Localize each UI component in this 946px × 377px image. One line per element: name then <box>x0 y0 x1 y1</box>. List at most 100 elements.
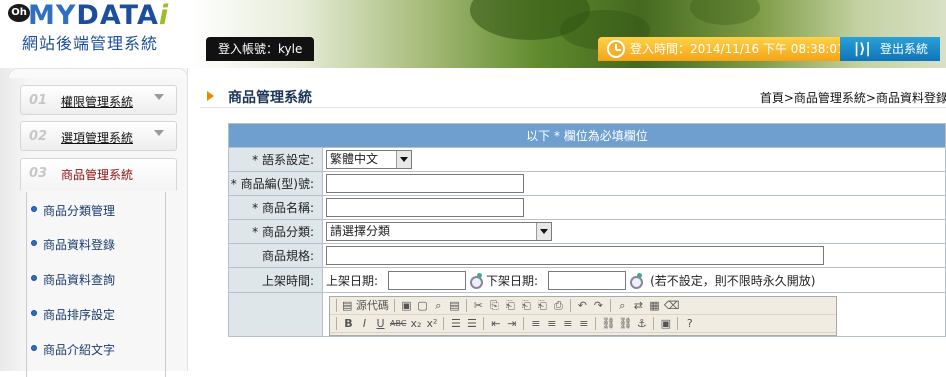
chevron-down-icon <box>536 223 551 240</box>
outdent-icon[interactable]: ⇤ <box>489 317 502 330</box>
new-page-icon[interactable]: ▣ <box>400 299 413 312</box>
logout-button[interactable]: |⟩| 登出系統 <box>840 37 940 61</box>
arrow-right-icon <box>207 91 214 101</box>
underline-button[interactable]: U <box>374 317 387 330</box>
login-user-badge: 登入帳號：kyle <box>206 37 315 61</box>
unordered-list-icon[interactable]: ☰ <box>465 317 478 330</box>
name-input[interactable] <box>326 198 524 217</box>
login-user-label: 登入帳號： <box>218 42 279 56</box>
template-icon[interactable]: ▤ <box>448 299 461 312</box>
tab-number: 01 <box>29 93 48 108</box>
calendar-icon[interactable] <box>469 273 484 289</box>
main-content: 商品管理系統 首頁>商品管理系統>商品資料登錄 以下 * 欄位為必填欄位 * 語… <box>200 80 946 371</box>
submenu-item-sort[interactable]: 商品排序設定 <box>31 306 115 323</box>
editor-label-cell <box>228 292 323 337</box>
copy-icon[interactable]: ⎘ <box>488 299 501 312</box>
editor-toolbar-row-2: B I U ABC x₂ x² ☰ ☰ ⇤ ⇥ ≡ ≡ ≡ ≡ ⛓ ⛓ ⚓ ▣ … <box>330 315 836 333</box>
find-icon[interactable]: ⌕ <box>616 299 629 312</box>
category-label: * 商品分類: <box>228 219 323 244</box>
form-header: 以下 * 欄位為必填欄位 <box>228 123 946 148</box>
language-select[interactable]: 繁體中文 <box>326 150 412 169</box>
rich-text-editor[interactable]: ▤ 源代碼 ▣ ▢ ⌕ ▤ ✂ ⎘ ⎗ ⎗ ⎗ ⎙ ↶ ↷ ⌕ ⇄ ▦ ⌫ B … <box>329 296 837 336</box>
sidebar-tab-products[interactable]: 03 商品管理系統 <box>20 158 177 190</box>
replace-icon[interactable]: ⇄ <box>632 299 645 312</box>
header-banner: Oh MYDATAi 網站後端管理系統 登入帳號：kyle 登入時間：2014/… <box>0 0 946 68</box>
tab-label: 權限管理系統 <box>61 95 134 109</box>
bullet-icon <box>31 310 37 316</box>
breadcrumb[interactable]: 首頁>商品管理系統>商品資料登錄 <box>760 89 946 106</box>
login-time-label: 登入時間： <box>630 42 691 56</box>
paste-icon[interactable]: ⎗ <box>504 299 517 312</box>
preview-icon[interactable]: ⌕ <box>432 299 445 312</box>
unlink-icon[interactable]: ⛓ <box>618 317 632 330</box>
sidebar-tab-options[interactable]: 02 選項管理系統 <box>20 121 177 151</box>
image-icon[interactable]: ▣ <box>659 317 672 330</box>
clock-icon <box>607 40 625 58</box>
undo-icon[interactable]: ↶ <box>576 299 589 312</box>
logo-subtitle: 網站後端管理系統 <box>22 34 159 53</box>
bullet-icon <box>31 206 37 212</box>
submenu-item-category[interactable]: 商品分類管理 <box>31 202 115 219</box>
sidebar: 01 權限管理系統 02 選項管理系統 03 商品管理系統 商品分類管理 商品資… <box>0 68 188 377</box>
help-icon[interactable]: ? <box>683 317 696 330</box>
model-input[interactable] <box>326 174 524 193</box>
tab-number: 02 <box>29 129 48 144</box>
ordered-list-icon[interactable]: ☰ <box>449 317 462 330</box>
name-label: * 商品名稱: <box>228 195 323 220</box>
start-date-input[interactable] <box>388 270 467 290</box>
print-icon[interactable]: ⎙ <box>552 299 565 312</box>
sidebar-tab-permissions[interactable]: 01 權限管理系統 <box>20 85 177 115</box>
strike-button[interactable]: ABC <box>390 317 406 330</box>
end-date-input[interactable] <box>548 270 627 290</box>
paste-text-icon[interactable]: ⎗ <box>520 299 533 312</box>
paste-word-icon[interactable]: ⎗ <box>536 299 549 312</box>
justify-icon[interactable]: ≡ <box>577 317 590 330</box>
subscript-button[interactable]: x₂ <box>409 317 422 330</box>
link-icon[interactable]: ⛓ <box>601 317 615 330</box>
cut-icon[interactable]: ✂ <box>472 299 485 312</box>
bullet-icon <box>31 275 37 281</box>
redo-icon[interactable]: ↷ <box>592 299 605 312</box>
bullet-icon <box>31 345 37 351</box>
bold-button[interactable]: B <box>342 317 355 330</box>
login-time-value: 2014/11/16 下午 08:38:01 <box>690 42 845 56</box>
superscript-button[interactable]: x² <box>425 317 438 330</box>
spec-label: 商品規格: <box>228 243 323 268</box>
submenu-item-query[interactable]: 商品資料查詢 <box>31 271 115 288</box>
source-code-button[interactable]: ▤ 源代碼 <box>342 299 389 312</box>
model-label: * 商品編(型)號: <box>228 171 323 196</box>
tab-label: 商品管理系統 <box>61 168 134 182</box>
calendar-icon[interactable] <box>629 273 644 289</box>
logo[interactable]: Oh MYDATAi 網站後端管理系統 <box>8 0 193 54</box>
logo-oh-mark: Oh <box>8 4 30 22</box>
italic-button[interactable]: I <box>358 317 371 330</box>
exit-icon: |⟩| <box>854 41 871 57</box>
align-center-icon[interactable]: ≡ <box>545 317 558 330</box>
spec-input[interactable] <box>326 246 824 265</box>
login-user-name: kyle <box>278 42 303 56</box>
document-icon[interactable]: ▢ <box>416 299 429 312</box>
category-select[interactable]: 請選擇分類 <box>326 222 552 241</box>
bullet-icon <box>31 240 37 246</box>
products-submenu: 商品分類管理 商品資料登錄 商品資料查詢 商品排序設定 商品介紹文字 <box>26 192 166 377</box>
product-form: 以下 * 欄位為必填欄位 * 語系設定: 繁體中文 * 商品編(型)號: * 商… <box>228 123 946 337</box>
login-time-badge: 登入時間：2014/11/16 下午 08:38:01 <box>598 37 845 61</box>
schedule-note: (若不設定，則不限時永久開放) <box>650 273 816 288</box>
select-all-icon[interactable]: ▦ <box>648 299 661 312</box>
logo-brand: MYDATAi <box>28 0 170 31</box>
editor-toolbar-row-1: ▤ 源代碼 ▣ ▢ ⌕ ▤ ✂ ⎘ ⎗ ⎗ ⎗ ⎙ ↶ ↷ ⌕ ⇄ ▦ ⌫ <box>330 297 836 315</box>
schedule-label: 上架時間: <box>228 267 323 293</box>
submenu-item-register[interactable]: 商品資料登錄 <box>31 236 115 253</box>
align-right-icon[interactable]: ≡ <box>561 317 574 330</box>
sidebar-cap <box>8 68 188 78</box>
banner-splatter <box>690 0 760 25</box>
align-left-icon[interactable]: ≡ <box>529 317 542 330</box>
eraser-icon[interactable]: ⌫ <box>664 299 680 312</box>
page-title-bar: 商品管理系統 首頁>商品管理系統>商品資料登錄 <box>200 80 946 108</box>
submenu-item-intro[interactable]: 商品介紹文字 <box>31 341 115 358</box>
chevron-down-icon <box>396 151 411 168</box>
tab-label: 選項管理系統 <box>61 131 134 145</box>
indent-icon[interactable]: ⇥ <box>505 317 518 330</box>
chevron-down-icon <box>154 94 164 100</box>
anchor-icon[interactable]: ⚓ <box>635 317 648 330</box>
